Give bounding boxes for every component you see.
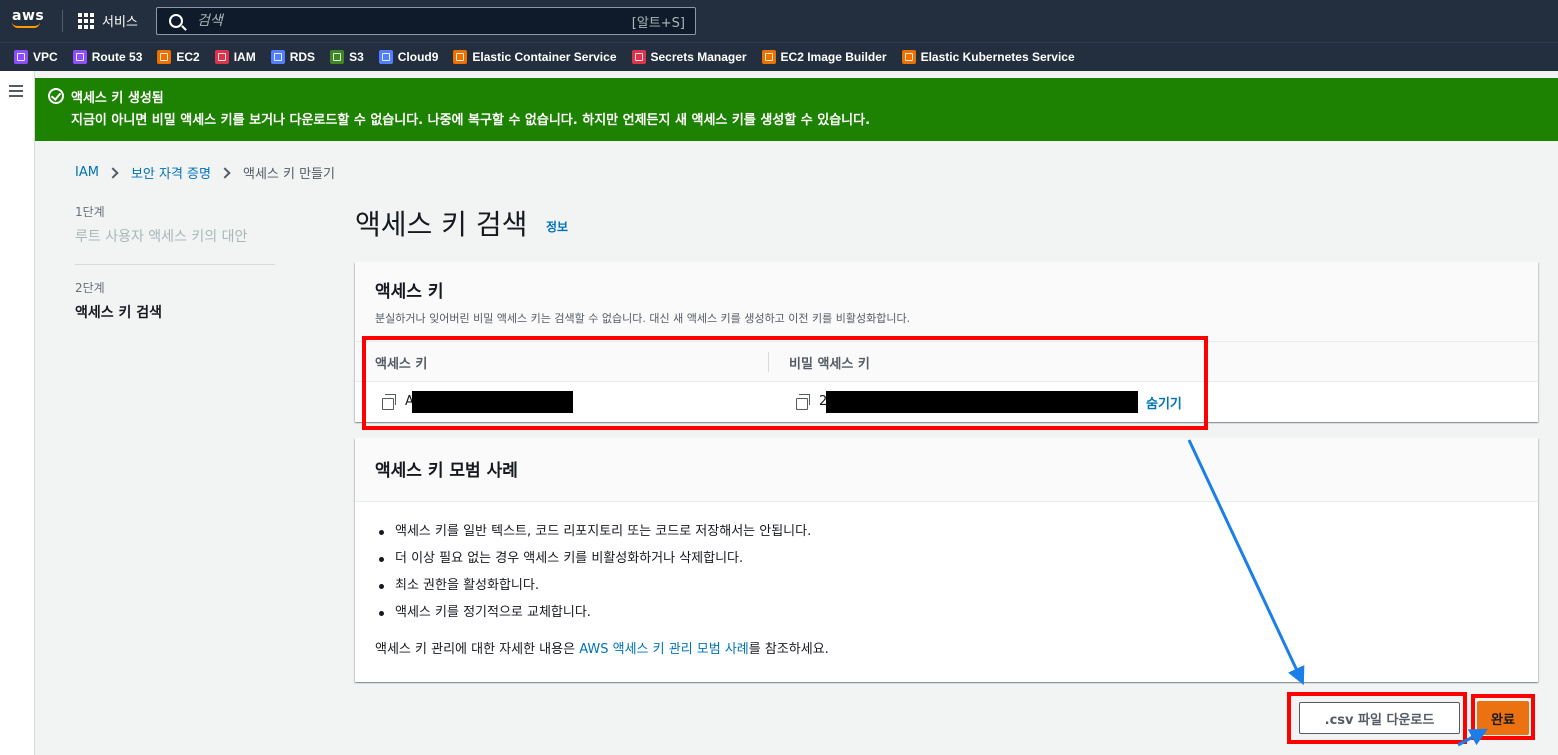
aws-logo[interactable]: aws (12, 8, 48, 34)
favorite-route-53[interactable]: Route 53 (72, 50, 143, 64)
column-secret-key: 비밀 액세스 키 (789, 357, 870, 372)
page-title: 액세스 키 검색 (355, 208, 528, 241)
copy-access-key-icon[interactable] (382, 394, 396, 410)
list-item: 더 이상 필요 없는 경우 액세스 키를 비활성화하거나 삭제합니다. (375, 551, 811, 567)
favorite-label: Route 53 (91, 50, 143, 64)
favorite-s3[interactable]: S3 (330, 50, 364, 64)
copy-secret-key-icon[interactable] (796, 394, 810, 410)
aws-logo-text: aws (12, 8, 45, 24)
search-box[interactable]: [알트+S] (156, 7, 696, 35)
nav-divider (62, 10, 63, 32)
favorite-cloud9[interactable]: Cloud9 (378, 50, 439, 64)
favorites-bar: VPC Route 53 EC2 IAM RDS S3 Cloud9 Elastic Cont… (0, 42, 1558, 71)
list-item: 액세스 키를 일반 텍스트, 코드 리포지토리 또는 코드로 저장해서는 안됩니… (375, 524, 811, 540)
service-icon (72, 50, 87, 64)
service-icon (631, 50, 646, 64)
favorite-elastic-container-service[interactable]: Elastic Container Service (453, 50, 617, 64)
success-flash-banner: 액세스 키 생성됨 지금이 아니면 비밀 액세스 키를 보거나 다운로드할 수 … (35, 78, 1558, 141)
step-1-label: 1단계 (75, 205, 105, 219)
favorite-vpc[interactable]: VPC (14, 50, 58, 64)
search-icon (169, 14, 183, 28)
step-1-title: 루트 사용자 액세스 키의 대안 (75, 229, 248, 245)
chevron-right-icon (107, 166, 119, 179)
favorite-label: VPC (33, 50, 58, 64)
access-key-panel-description: 분실하거나 잊어버린 비밀 액세스 키는 검색할 수 없습니다. 대신 새 액세… (375, 312, 911, 325)
grid-icon (78, 12, 94, 29)
service-icon (378, 50, 393, 64)
best-practices-panel: 액세스 키 모범 사례 액세스 키를 일반 텍스트, 코드 리포지토리 또는 코… (355, 438, 1538, 682)
flash-message: 지금이 아니면 비밀 액세스 키를 보거나 다운로드할 수 없습니다. 나중에 … (71, 113, 871, 128)
favorite-label: IAM (233, 50, 256, 64)
done-button[interactable]: 완료 (1477, 701, 1529, 735)
info-link[interactable]: 정보 (546, 218, 568, 235)
favorite-label: Elastic Container Service (472, 50, 617, 64)
favorite-elastic-kubernetes-service[interactable]: Elastic Kubernetes Service (901, 50, 1075, 64)
check-circle-icon (48, 88, 64, 104)
services-menu-button[interactable]: 서비스 (78, 11, 138, 30)
download-csv-button[interactable]: .csv 파일 다운로드 (1299, 702, 1460, 734)
flash-title: 액세스 키 생성됨 (71, 91, 164, 106)
service-icon (330, 50, 345, 64)
access-key-table-header: 액세스 키 비밀 액세스 키 (355, 342, 1538, 382)
breadcrumb-iam[interactable]: IAM (75, 165, 99, 180)
favorite-label: Secrets Manager (650, 50, 747, 64)
service-icon (14, 50, 28, 64)
secret-key-redaction (826, 391, 1138, 413)
access-key-panel-title: 액세스 키 (375, 282, 444, 302)
access-key-row: A 2 숨기기 (355, 382, 1538, 422)
arrow-to-done (1457, 728, 1488, 747)
favorite-label: RDS (289, 50, 316, 64)
favorite-ec2-image-builder[interactable]: EC2 Image Builder (761, 50, 887, 64)
service-icon (453, 50, 468, 64)
side-navigation-rail (0, 71, 35, 755)
search-shortcut: [알트+S] (631, 15, 685, 31)
best-practices-header: 액세스 키 모범 사례 (355, 438, 1538, 502)
list-item: 최소 권한을 활성화합니다. (375, 578, 811, 594)
services-label: 서비스 (102, 15, 138, 30)
service-icon (761, 50, 776, 64)
more-text-before: 액세스 키 관리에 대한 자세한 내용은 (375, 642, 580, 657)
step-2-label: 2단계 (75, 281, 105, 295)
favorite-iam[interactable]: IAM (214, 50, 256, 64)
favorite-label: S3 (349, 50, 364, 64)
service-icon (214, 50, 229, 64)
best-practices-title: 액세스 키 모범 사례 (375, 461, 518, 481)
service-icon (270, 50, 285, 64)
favorite-rds[interactable]: RDS (270, 50, 316, 64)
breadcrumb-security-credentials[interactable]: 보안 자격 증명 (131, 163, 211, 182)
best-practices-list: 액세스 키를 일반 텍스트, 코드 리포지토리 또는 코드로 저장해서는 안됩니… (375, 524, 811, 632)
list-item: 액세스 키를 정기적으로 교체합니다. (375, 605, 811, 621)
column-access-key: 액세스 키 (375, 357, 428, 372)
best-practices-link[interactable]: AWS 액세스 키 관리 모범 사례 (579, 642, 749, 657)
chevron-right-icon (219, 166, 231, 179)
service-icon (157, 50, 172, 64)
column-divider (768, 352, 769, 372)
breadcrumb: IAM 보안 자격 증명 액세스 키 만들기 (75, 163, 335, 182)
menu-icon[interactable] (9, 85, 23, 97)
favorite-label: Cloud9 (397, 50, 439, 64)
step-divider (75, 264, 275, 265)
more-text-after: 를 참조하세요. (748, 642, 829, 657)
best-practices-more: 액세스 키 관리에 대한 자세한 내용은 AWS 액세스 키 관리 모범 사례를… (375, 638, 829, 657)
access-key-redaction (412, 391, 573, 413)
access-key-panel-header: 액세스 키 분실하거나 잊어버린 비밀 액세스 키는 검색할 수 없습니다. 대… (355, 262, 1538, 342)
search-input[interactable] (197, 13, 617, 29)
step-2-title: 액세스 키 검색 (75, 305, 163, 321)
wizard-steps: 1단계 루트 사용자 액세스 키의 대안 2단계 액세스 키 검색 (75, 203, 275, 322)
favorite-label: EC2 Image Builder (780, 50, 887, 64)
favorite-ec2[interactable]: EC2 (157, 50, 200, 64)
service-icon (901, 50, 916, 64)
access-key-panel: 액세스 키 분실하거나 잊어버린 비밀 액세스 키는 검색할 수 없습니다. 대… (355, 262, 1538, 422)
top-navigation: aws 서비스 [알트+S] (0, 0, 1558, 42)
hide-secret-key-link[interactable]: 숨기기 (1146, 393, 1182, 412)
favorite-label: EC2 (176, 50, 200, 64)
favorite-secrets-manager[interactable]: Secrets Manager (631, 50, 747, 64)
favorite-label: Elastic Kubernetes Service (920, 50, 1075, 64)
breadcrumb-current: 액세스 키 만들기 (242, 167, 335, 182)
